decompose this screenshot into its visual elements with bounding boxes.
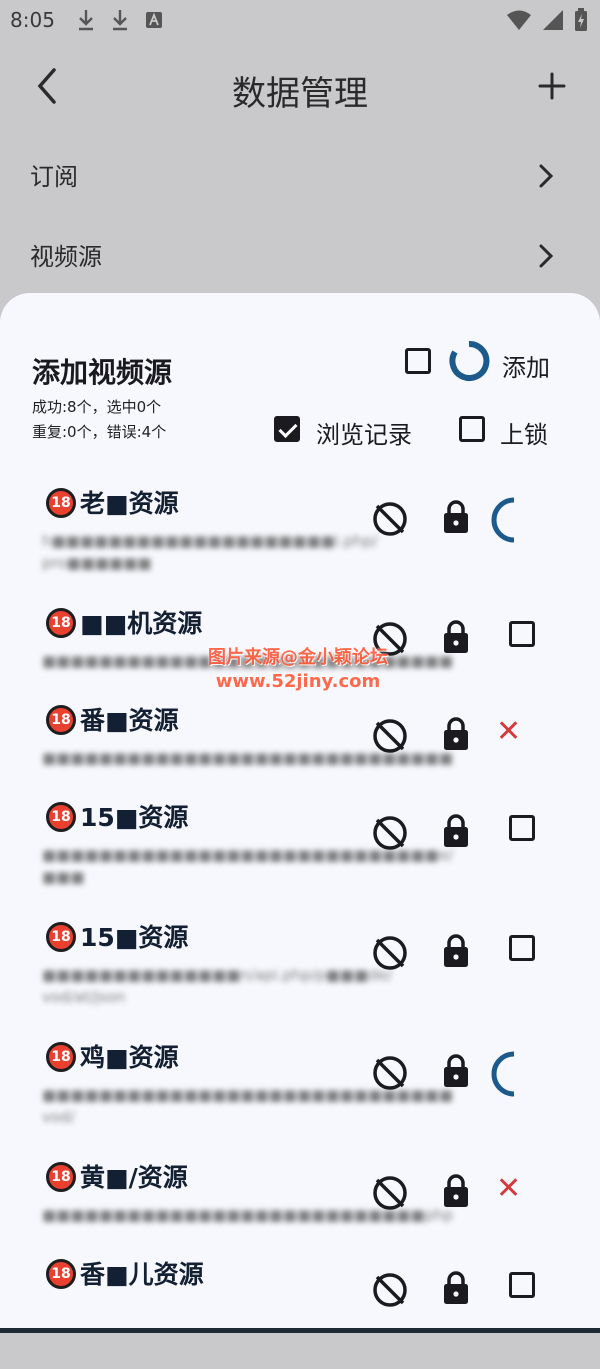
lock-icon[interactable] (441, 716, 471, 752)
app-bar: 数据管理 (0, 50, 600, 126)
source-url: ■■■■■■■■■■■■■■n/api.php/p■■■de/ vod/at/j… (42, 966, 393, 1006)
lock-checkbox[interactable] (459, 416, 485, 442)
download-icon (113, 10, 127, 31)
adult-18-badge-icon: 18 (46, 1259, 76, 1289)
row-select-checkbox[interactable] (509, 1272, 535, 1298)
adult-18-badge-icon: 18 (46, 705, 76, 735)
source-name: ■■机资源 (80, 609, 203, 638)
source-row[interactable]: 18 15■资源 ■■■■■■■■■■■■■■■■■■■■■■■■■■■■e/ ■■… (0, 802, 600, 912)
wifi-icon (507, 10, 531, 30)
stats-line-duplicate: 重复:0个，错误:4个 (32, 423, 167, 441)
source-name: 老■资源 (80, 489, 179, 518)
add-button[interactable]: 添加 (502, 348, 550, 383)
lock-icon[interactable] (441, 1270, 471, 1306)
visibility-off-icon[interactable] (371, 1271, 409, 1309)
download-icon (79, 10, 93, 31)
adult-18-badge-icon: 18 (46, 1162, 76, 1192)
source-name: 15■资源 (80, 803, 189, 832)
error-x-icon: ✕ (496, 1171, 522, 1206)
add-button[interactable] (532, 64, 572, 108)
row-select-checkbox[interactable] (509, 815, 535, 841)
font-a-icon (146, 12, 162, 28)
source-url: ■■■■■■■■■■■■■■■■■■■■■■■■■■■■■ (42, 749, 453, 767)
source-row[interactable]: 18 香■儿资源 (0, 1259, 600, 1369)
select-all-checkbox[interactable] (405, 348, 431, 374)
row-select-checkbox[interactable] (509, 935, 535, 961)
visibility-off-icon[interactable] (371, 814, 409, 852)
source-url: ■■■■■■■■■■■■■■■■■■■■■■■■■■■■■ vod/ (42, 1086, 453, 1126)
stats-summary: 成功:8个，选中0个 重复:0个，错误:4个 (32, 395, 166, 445)
source-row[interactable]: 18 老■资源 h■■■■■■■■■■■■■■■■■■■■i.php/ pro■■■… (0, 488, 600, 598)
sheet-title: 添加视频源 (32, 356, 173, 389)
adult-18-badge-icon: 18 (46, 922, 76, 952)
loading-spinner-icon (491, 497, 515, 543)
chevron-right-icon (539, 244, 554, 268)
menu-item-label: 订阅 (30, 163, 78, 191)
source-row[interactable]: 18 鸡■资源 ■■■■■■■■■■■■■■■■■■■■■■■■■■■■■ vod/ (0, 1042, 600, 1152)
status-bar: 8:05 (0, 0, 600, 42)
visibility-off-icon[interactable] (371, 500, 409, 538)
status-time: 8:05 (10, 8, 55, 32)
visibility-off-icon[interactable] (371, 1054, 409, 1092)
navigation-bar (0, 1328, 600, 1333)
loading-spinner-icon (491, 1051, 515, 1097)
source-name: 黄■/资源 (80, 1163, 188, 1192)
adult-18-badge-icon: 18 (46, 802, 76, 832)
visibility-off-icon[interactable] (371, 717, 409, 755)
visibility-off-icon[interactable] (371, 934, 409, 972)
lock-icon[interactable] (441, 933, 471, 969)
plus-icon (538, 72, 566, 100)
page-title: 数据管理 (232, 74, 368, 114)
source-url: h■■■■■■■■■■■■■■■■■■■■i.php/ pro■■■■■■ (42, 532, 378, 572)
lock-icon[interactable] (441, 813, 471, 849)
menu-item-label: 视频源 (30, 243, 102, 271)
chevron-right-icon (539, 164, 554, 188)
menu-item-subscription[interactable]: 订阅 (0, 145, 600, 205)
adult-18-badge-icon: 18 (46, 488, 76, 518)
lock-icon[interactable] (441, 1053, 471, 1089)
source-name: 15■资源 (80, 923, 189, 952)
add-source-bottom-sheet: 添加视频源 成功:8个，选中0个 重复:0个，错误:4个 添加 浏览记录 上锁 … (0, 293, 600, 1333)
menu-item-video-source[interactable]: 视频源 (0, 225, 600, 285)
adult-18-badge-icon: 18 (46, 1042, 76, 1072)
row-select-checkbox[interactable] (509, 621, 535, 647)
source-name: 香■儿资源 (80, 1260, 204, 1289)
lock-icon[interactable] (441, 1173, 471, 1209)
watermark-line1: 图片来源@金小颖论坛 (208, 647, 388, 668)
watermark-line2: www.52jiny.com (215, 671, 381, 692)
source-name: 鸡■资源 (80, 1043, 179, 1072)
lock-icon[interactable] (441, 619, 471, 655)
battery-icon (575, 8, 587, 31)
source-url: ■■■■■■■■■■■■■■■■■■■■■■■■■■■php (42, 1206, 454, 1224)
source-url: ■■■■■■■■■■■■■■■■■■■■■■■■■■■■e/ ■■■ (42, 846, 454, 886)
lock-label[interactable]: 上锁 (500, 415, 548, 450)
browse-history-label[interactable]: 浏览记录 (316, 415, 412, 450)
error-x-icon: ✕ (496, 714, 522, 749)
signal-icon (543, 10, 563, 30)
browse-history-checkbox[interactable] (274, 416, 300, 442)
source-row[interactable]: 18 15■资源 ■■■■■■■■■■■■■■n/api.php/p■■■de/ v… (0, 922, 600, 1032)
lock-icon[interactable] (441, 499, 471, 535)
loading-spinner-icon (449, 340, 490, 381)
source-name: 番■资源 (80, 706, 179, 735)
visibility-off-icon[interactable] (371, 1174, 409, 1212)
watermark: 图片来源@金小颖论坛 www.52jiny.com (208, 646, 388, 694)
stats-line-success: 成功:8个，选中0个 (32, 398, 162, 416)
adult-18-badge-icon: 18 (46, 608, 76, 638)
